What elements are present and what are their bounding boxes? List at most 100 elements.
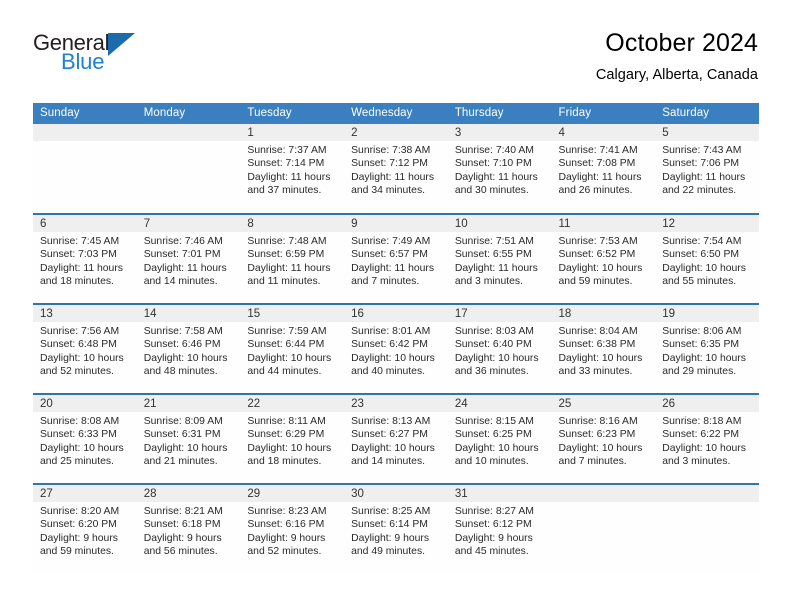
sunset-text: Sunset: 6:40 PM [454,339,532,351]
calendar-day-cell[interactable]: 16 Sunrise: 8:01 AM Sunset: 6:42 PM Dayligh… [344,303,448,394]
sunset-text: Sunset: 6:44 PM [247,339,325,351]
daylight-text-line1: Daylight: 9 hours [247,532,326,544]
day-details: Sunrise: 8:23 AM Sunset: 6:16 PM Daylight:… [240,502,344,559]
calendar-day-cell[interactable]: 7 Sunrise: 7:46 AM Sunset: 7:01 PM Daylight… [136,213,241,304]
calendar-day-cell[interactable]: 24 Sunrise: 8:15 AM Sunset: 6:25 PM Dayligh… [447,393,552,484]
calendar-day-cell[interactable]: 17 Sunrise: 8:03 AM Sunset: 6:40 PM Dayligh… [447,303,552,394]
day-number: 11 [551,215,656,232]
calendar-day-cell[interactable]: 18 Sunrise: 8:04 AM Sunset: 6:38 PM Dayligh… [551,303,656,394]
daylight-text-line1: Daylight: 11 hours [247,171,331,183]
calendar-day-cell[interactable]: 20 Sunrise: 8:08 AM Sunset: 6:33 PM Dayligh… [33,393,137,484]
calendar-day-cell[interactable]: 23 Sunrise: 8:13 AM Sunset: 6:27 PM Dayligh… [344,393,448,484]
sunset-text: Sunset: 7:08 PM [558,158,636,170]
sunrise-text: Sunrise: 7:41 AM [558,145,638,156]
daylight-text-line1: Daylight: 10 hours [662,262,746,274]
sunrise-text: Sunrise: 7:37 AM [247,145,327,156]
daylight-text-line1: Daylight: 9 hours [454,532,533,544]
daylight-text-line1: Daylight: 10 hours [40,442,124,454]
daylight-text-line2: and 3 minutes. [662,456,731,468]
calendar-day-cell[interactable]: 6 Sunrise: 7:45 AM Sunset: 7:03 PM Daylight… [33,213,137,304]
day-number: 17 [447,305,552,322]
daylight-text-line2: and 26 minutes. [558,185,633,197]
day-details: Sunrise: 8:21 AM Sunset: 6:18 PM Daylight:… [137,502,241,559]
calendar-day-cell[interactable]: 3 Sunrise: 7:40 AM Sunset: 7:10 PM Daylight… [447,124,552,214]
calendar-day-cell[interactable]: 25 Sunrise: 8:16 AM Sunset: 6:23 PM Dayligh… [551,393,656,484]
sunrise-text: Sunrise: 8:09 AM [143,416,223,427]
calendar-day-cell[interactable]: 14 Sunrise: 7:58 AM Sunset: 6:46 PM Dayligh… [136,303,241,394]
daylight-text-line1: Daylight: 10 hours [351,442,435,454]
sunrise-text: Sunrise: 7:51 AM [454,236,534,247]
day-details: Sunrise: 8:06 AM Sunset: 6:35 PM Daylight:… [655,322,759,379]
calendar-day-cell[interactable]: 21 Sunrise: 8:09 AM Sunset: 6:31 PM Dayligh… [136,393,241,484]
daylight-text-line2: and 25 minutes. [40,456,114,468]
day-details: Sunrise: 8:25 AM Sunset: 6:14 PM Daylight:… [344,502,448,559]
sunrise-text: Sunrise: 7:46 AM [143,236,223,247]
calendar-day-cell[interactable]: 10 Sunrise: 7:51 AM Sunset: 6:55 PM Dayligh… [447,213,552,304]
daylight-text-line1: Daylight: 10 hours [662,352,746,364]
sunrise-text: Sunrise: 7:43 AM [662,145,742,156]
daylight-text-line2: and 30 minutes. [454,185,529,197]
calendar-day-cell[interactable]: 15 Sunrise: 7:59 AM Sunset: 6:44 PM Dayligh… [240,303,345,394]
calendar-day-cell[interactable]: 27 Sunrise: 8:20 AM Sunset: 6:20 PM Dayligh… [33,483,137,574]
daylight-text-line1: Daylight: 10 hours [143,352,228,364]
day-details: Sunrise: 8:18 AM Sunset: 6:22 PM Daylight:… [655,412,759,469]
day-number: 13 [33,305,137,322]
day-number: 22 [240,395,345,412]
calendar-day-cell[interactable]: 28 Sunrise: 8:21 AM Sunset: 6:18 PM Dayligh… [136,483,241,574]
sunrise-text: Sunrise: 8:13 AM [351,416,431,427]
weekday-header-wednesday: Wednesday [344,103,448,124]
day-number [551,485,656,502]
day-number: 23 [344,395,448,412]
calendar-day-cell[interactable]: 11 Sunrise: 7:53 AM Sunset: 6:52 PM Dayligh… [551,213,656,304]
calendar-week-row: 6 Sunrise: 7:45 AM Sunset: 7:03 PM Daylight… [33,213,759,304]
sunset-text: Sunset: 6:33 PM [40,429,117,441]
sunset-text: Sunset: 6:59 PM [247,249,325,261]
day-number: 20 [33,395,137,412]
day-details: Sunrise: 7:58 AM Sunset: 6:46 PM Daylight:… [137,322,241,379]
calendar-day-cell[interactable]: 5 Sunrise: 7:43 AM Sunset: 7:06 PM Daylight… [655,124,759,214]
day-details: Sunrise: 7:38 AM Sunset: 7:12 PM Daylight:… [344,141,448,198]
sunrise-text: Sunrise: 7:40 AM [454,145,534,156]
daylight-text-line2: and 14 minutes. [143,276,218,288]
calendar-day-cell[interactable]: 29 Sunrise: 8:23 AM Sunset: 6:16 PM Dayligh… [240,483,345,574]
daylight-text-line2: and 11 minutes. [247,276,321,288]
sunset-text: Sunset: 7:06 PM [662,158,740,170]
day-details: Sunrise: 7:48 AM Sunset: 6:59 PM Daylight:… [240,232,344,289]
daylight-text-line2: and 14 minutes. [351,456,426,468]
daylight-text-line2: and 33 minutes. [558,366,633,378]
calendar-day-cell[interactable]: 26 Sunrise: 8:18 AM Sunset: 6:22 PM Dayligh… [655,393,759,484]
weekday-header-saturday: Saturday [655,103,759,124]
calendar-day-cell[interactable]: 22 Sunrise: 8:11 AM Sunset: 6:29 PM Dayligh… [240,393,345,484]
sunrise-text: Sunrise: 7:58 AM [143,326,223,337]
calendar-day-cell[interactable]: 2 Sunrise: 7:38 AM Sunset: 7:12 PM Daylight… [344,124,448,214]
day-number: 14 [136,305,241,322]
daylight-text-line1: Daylight: 11 hours [351,262,435,274]
page-subtitle: Calgary, Alberta, Canada [595,67,758,83]
day-number: 8 [240,215,345,232]
daylight-text-line2: and 52 minutes. [40,366,114,378]
daylight-text-line1: Daylight: 11 hours [247,262,331,274]
sunset-text: Sunset: 7:10 PM [454,158,532,170]
sunrise-text: Sunrise: 8:06 AM [662,326,742,337]
calendar-week-row: 20 Sunrise: 8:08 AM Sunset: 6:33 PM Dayligh… [33,393,759,484]
calendar-day-cell[interactable]: 13 Sunrise: 7:56 AM Sunset: 6:48 PM Dayligh… [33,303,137,394]
calendar-day-cell[interactable]: 4 Sunrise: 7:41 AM Sunset: 7:08 PM Daylight… [551,124,656,214]
day-details: Sunrise: 7:46 AM Sunset: 7:01 PM Daylight:… [137,232,241,289]
calendar-day-cell[interactable]: 8 Sunrise: 7:48 AM Sunset: 6:59 PM Daylight… [240,213,345,304]
title-block: October 2024 Calgary, Alberta, Canada [596,26,758,83]
daylight-text-line2: and 48 minutes. [143,366,218,378]
day-number [33,124,137,141]
calendar-day-cell[interactable]: 30 Sunrise: 8:25 AM Sunset: 6:14 PM Dayligh… [344,483,448,574]
calendar-day-cell-empty [551,483,656,574]
calendar-day-cell[interactable]: 12 Sunrise: 7:54 AM Sunset: 6:50 PM Dayligh… [655,213,759,304]
day-details: Sunrise: 8:20 AM Sunset: 6:20 PM Daylight:… [33,502,137,559]
calendar-day-cell[interactable]: 31 Sunrise: 8:27 AM Sunset: 6:12 PM Dayligh… [447,483,552,574]
calendar-day-cell[interactable]: 9 Sunrise: 7:49 AM Sunset: 6:57 PM Daylight… [344,213,448,304]
daylight-text-line1: Daylight: 10 hours [40,352,124,364]
calendar-day-cell[interactable]: 1 Sunrise: 7:37 AM Sunset: 7:14 PM Daylight… [240,124,345,214]
sunrise-text: Sunrise: 8:27 AM [454,506,534,517]
calendar-day-cell[interactable]: 19 Sunrise: 8:06 AM Sunset: 6:35 PM Dayligh… [655,303,759,394]
daylight-text-line1: Daylight: 9 hours [143,532,222,544]
general-blue-logo[interactable]: General Blue [33,26,148,73]
daylight-text-line1: Daylight: 11 hours [662,171,746,183]
